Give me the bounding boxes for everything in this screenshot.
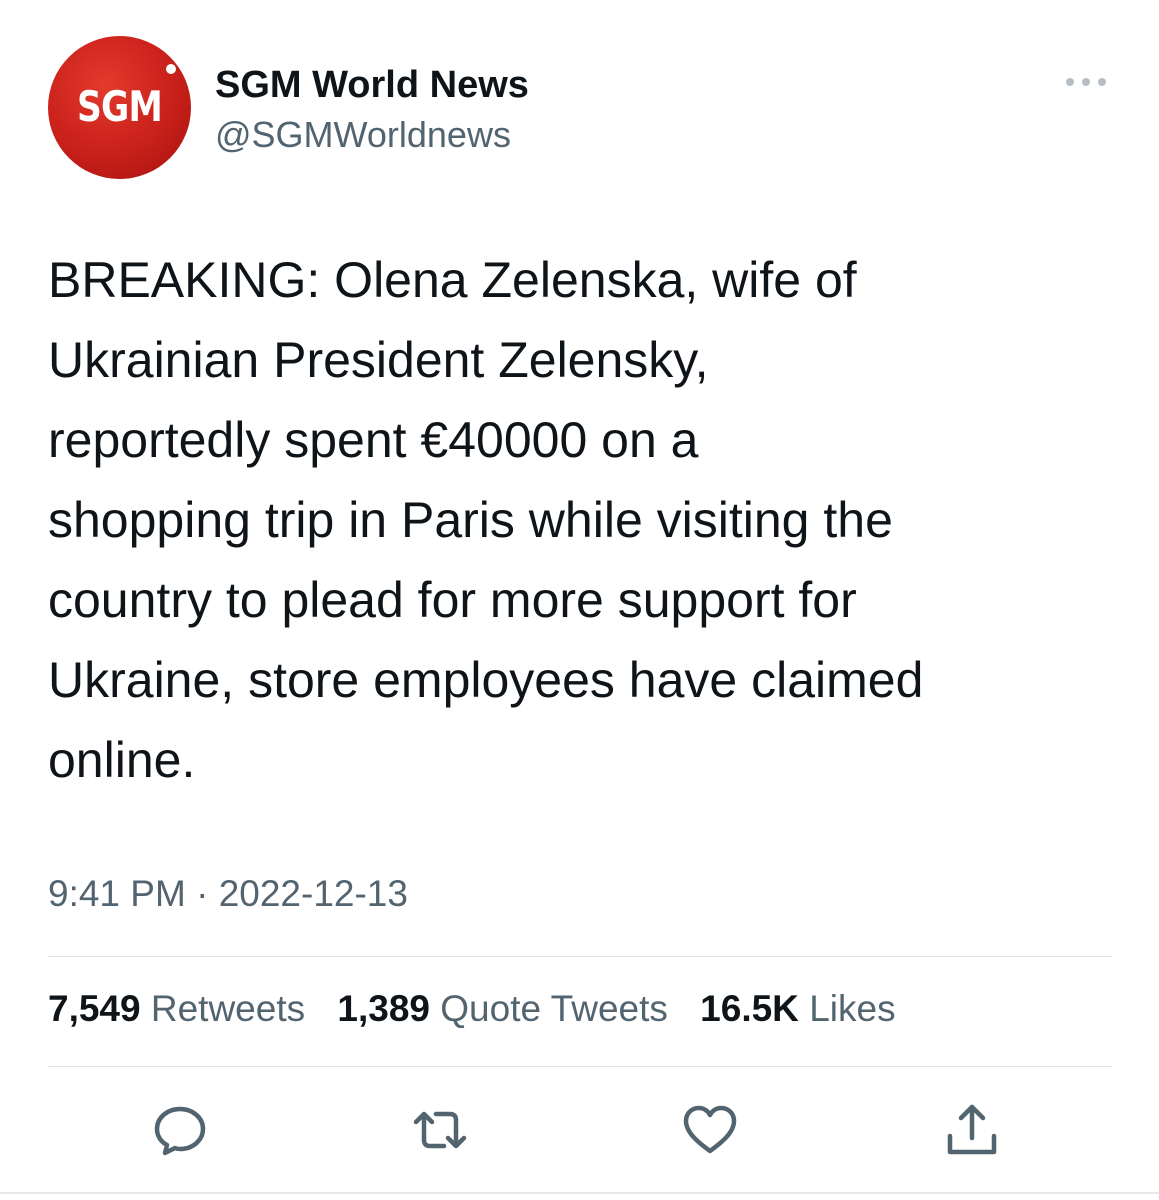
tweet-timestamp[interactable]: 9:41 PM · 2022-12-13 — [48, 873, 408, 915]
tweet-card: SGM SGM World News @SGMWorldnews BREAKIN… — [0, 0, 1159, 1200]
bottom-border — [0, 1192, 1159, 1194]
retweets-stat[interactable]: 7,549 Retweets — [48, 988, 305, 1030]
tweet-text: BREAKING: Olena Zelenska, wife of Ukrain… — [48, 252, 924, 788]
divider — [48, 1066, 1112, 1067]
retweet-icon[interactable] — [410, 1100, 470, 1160]
user-handle[interactable]: @SGMWorldnews — [215, 114, 511, 156]
quote-tweets-count: 1,389 — [337, 988, 430, 1029]
avatar-logo-dot — [166, 64, 176, 74]
divider — [48, 956, 1112, 957]
avatar-logo-text: SGM — [77, 82, 163, 131]
likes-label: Likes — [809, 988, 896, 1029]
reply-icon[interactable] — [150, 1100, 210, 1160]
avatar[interactable]: SGM — [48, 36, 191, 179]
quote-tweets-label: Quote Tweets — [440, 988, 668, 1029]
share-icon[interactable] — [942, 1100, 1002, 1160]
quote-tweets-stat[interactable]: 1,389 Quote Tweets — [337, 988, 668, 1030]
timestamp-separator: · — [196, 873, 209, 914]
retweets-label: Retweets — [150, 988, 306, 1029]
tweet-stats: 7,549 Retweets 1,389 Quote Tweets 16.5K … — [48, 988, 918, 1030]
action-bar — [0, 1100, 1159, 1160]
tweet-time: 9:41 PM — [48, 873, 186, 914]
tweet-header: SGM SGM World News @SGMWorldnews — [48, 36, 1112, 180]
likes-stat[interactable]: 16.5K Likes — [700, 988, 895, 1030]
display-name[interactable]: SGM World News — [215, 64, 529, 107]
more-horizontal-icon[interactable] — [1064, 72, 1108, 92]
likes-count: 16.5K — [700, 988, 799, 1029]
heart-icon[interactable] — [680, 1100, 740, 1160]
tweet-date: 2022-12-13 — [218, 873, 408, 914]
retweets-count: 7,549 — [48, 988, 141, 1029]
